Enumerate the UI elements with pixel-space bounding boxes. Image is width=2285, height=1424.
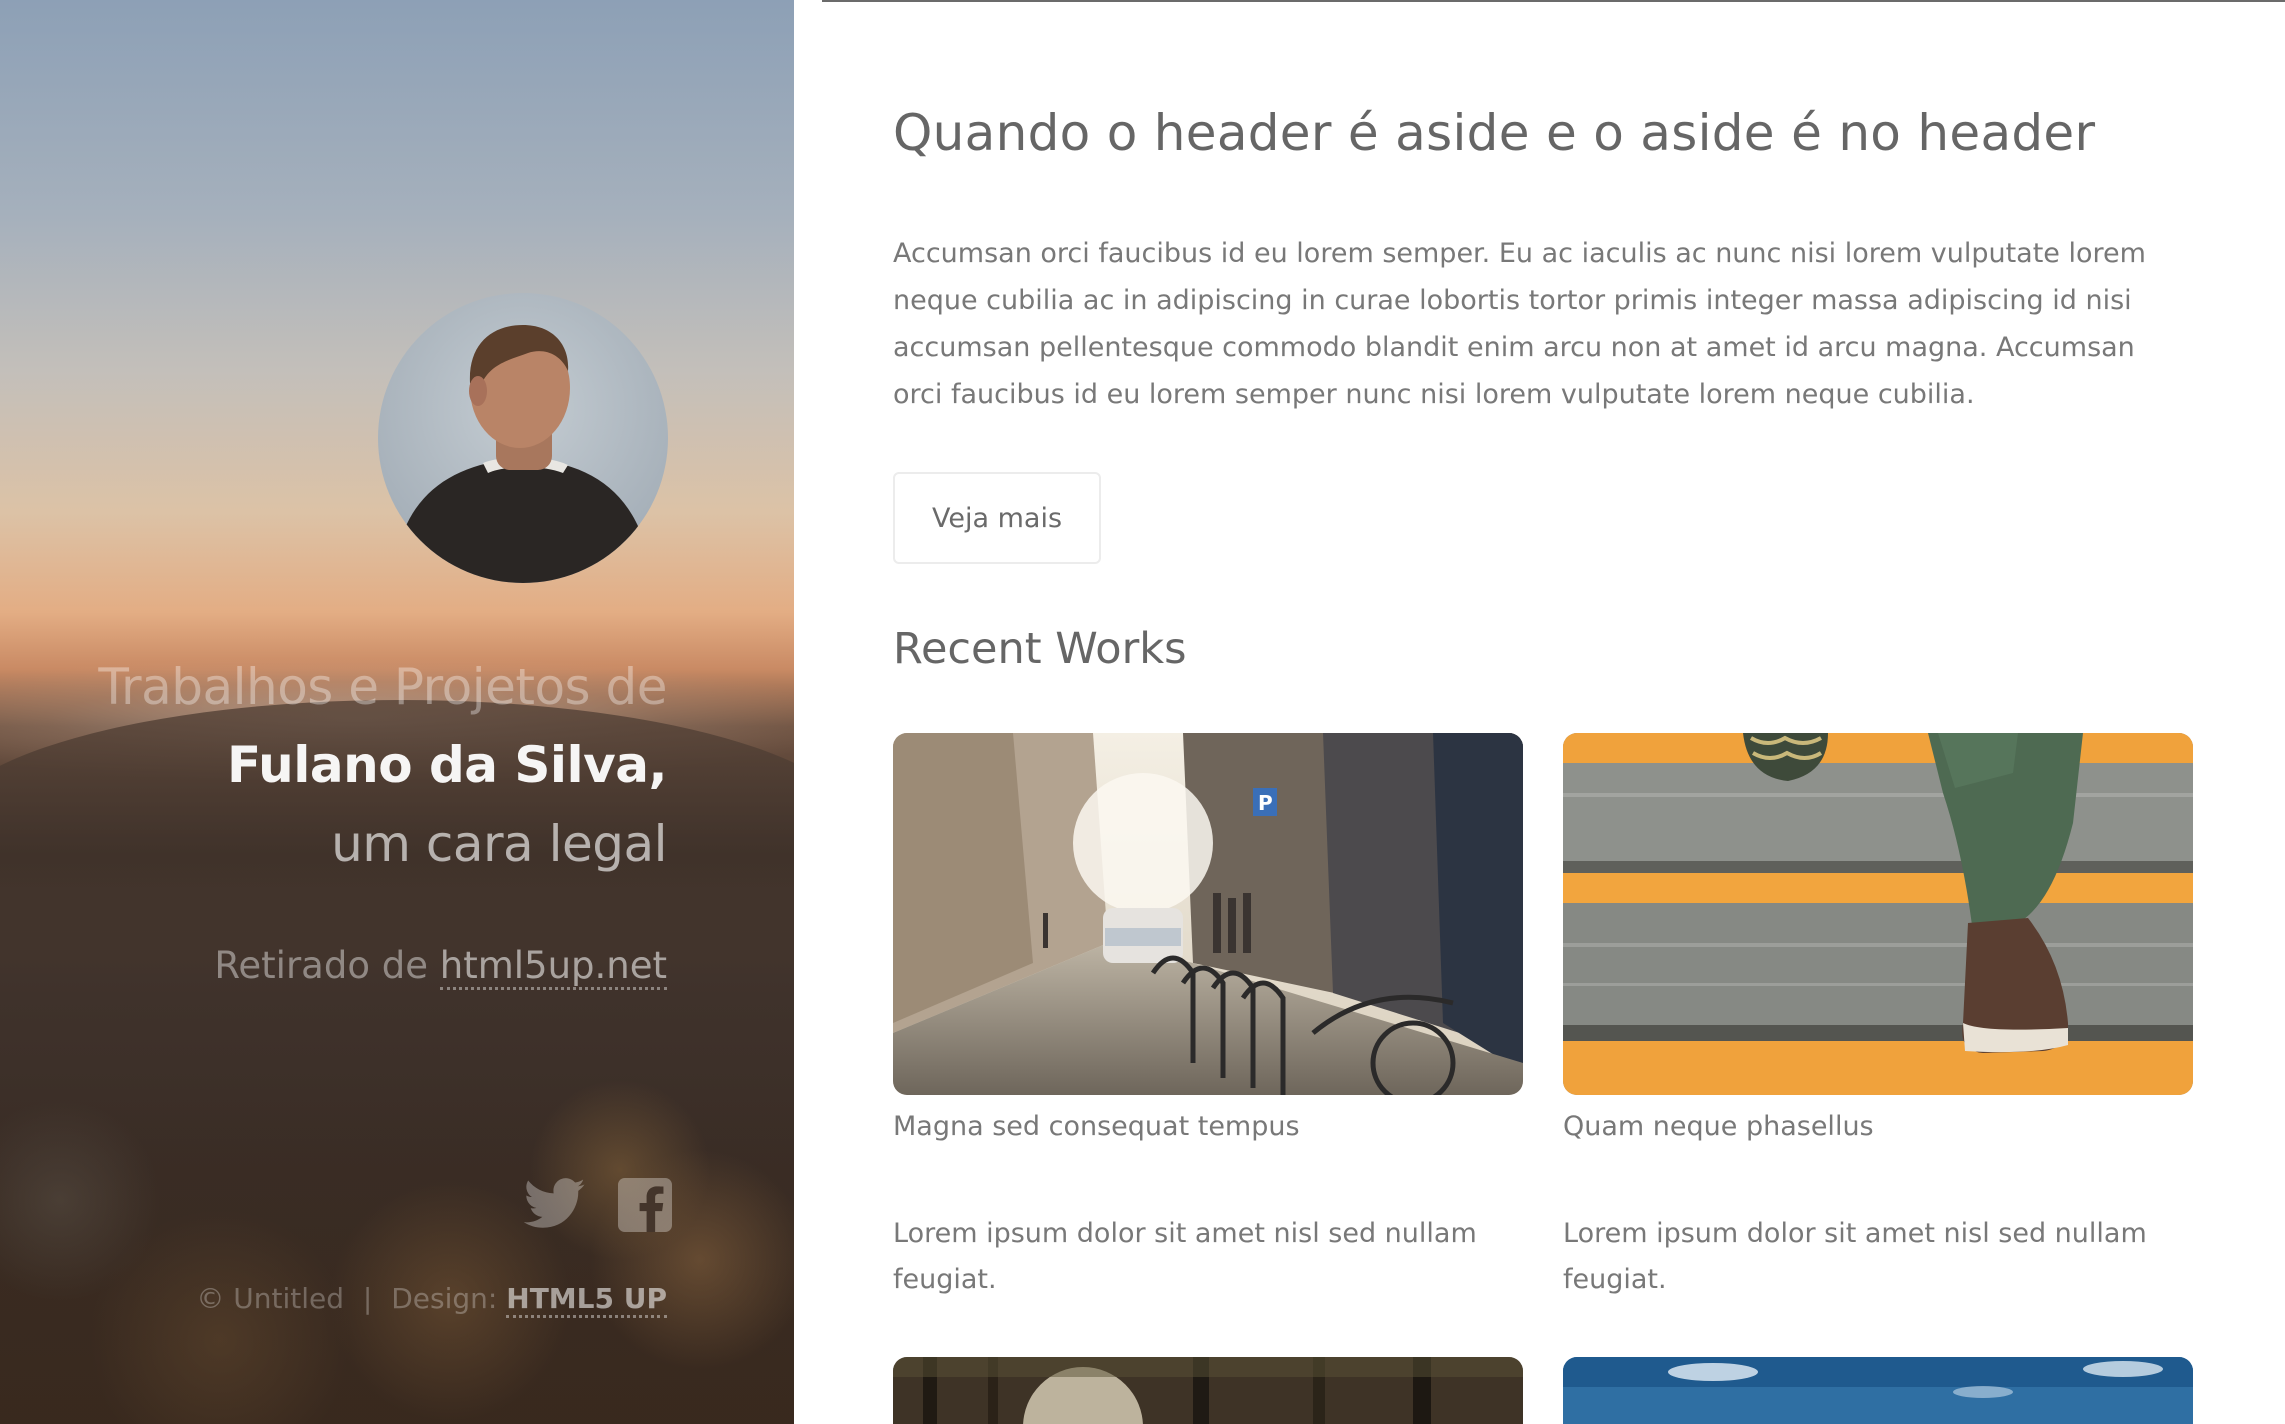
footer-design-link[interactable]: HTML5 UP [506, 1282, 667, 1318]
work-caption[interactable]: Magna sed consequat tempus [893, 1111, 1300, 1142]
headline-line-2: Fulano da Silva, [226, 736, 668, 794]
sky-photo-image [1563, 1357, 2193, 1424]
sidebar: Trabalhos e Projetos de Fulano da Silva,… [0, 0, 794, 1424]
work-item: P Magna sed consequat tempus Lorem ipsum… [893, 733, 1523, 1295]
forest-photo-image [893, 1357, 1523, 1424]
source-line: Retirado de html5up.net [214, 944, 667, 990]
parking-sign-text: P [1258, 791, 1273, 815]
sidebar-footer: © Untitled | Design: HTML5 UP [196, 1282, 667, 1318]
work-thumbnail-street[interactable]: P [893, 733, 1523, 1095]
work-thumbnail-stairs[interactable] [1563, 733, 2193, 1095]
work-item [893, 1357, 1523, 1424]
work-item [1563, 1357, 2193, 1424]
work-caption[interactable]: Quam neque phasellus [1563, 1111, 1874, 1142]
page-title: Quando o header é aside e o aside é no h… [893, 104, 2096, 162]
intro-paragraph: Accumsan orci faucibus id eu lorem sempe… [893, 238, 2146, 410]
twitter-icon[interactable] [523, 1178, 586, 1236]
page: Trabalhos e Projetos de Fulano da Silva,… [0, 0, 2285, 1424]
work-item: Quam neque phasellus Lorem ipsum dolor s… [1563, 733, 2193, 1295]
street-photo-image: P [893, 733, 1523, 1095]
work-description: Lorem ipsum dolor sit amet nisl sed null… [893, 1218, 1477, 1295]
avatar-person-image [393, 325, 653, 583]
work-description: Lorem ipsum dolor sit amet nisl sed null… [1563, 1218, 2147, 1295]
headline-line-1: Trabalhos e Projetos de [98, 658, 667, 716]
headline-line-3: um cara legal [331, 815, 667, 873]
social-links [523, 1178, 672, 1236]
source-link[interactable]: html5up.net [439, 944, 667, 990]
footer-separator: | [362, 1282, 373, 1315]
footer-copyright: © Untitled [196, 1282, 344, 1315]
recent-works-title: Recent Works [893, 624, 1187, 674]
work-thumbnail-forest[interactable] [893, 1357, 1523, 1424]
footer-design-label: Design: [391, 1282, 498, 1315]
more-button[interactable]: Veja mais [893, 472, 1101, 564]
source-prefix: Retirado de [214, 944, 428, 987]
stairs-photo-image [1563, 733, 2193, 1095]
avatar [378, 293, 668, 583]
facebook-icon[interactable] [618, 1178, 672, 1236]
sidebar-background-trees [0, 1080, 794, 1424]
work-thumbnail-sky[interactable] [1563, 1357, 2193, 1424]
main-content: Quando o header é aside e o aside é no h… [893, 0, 2223, 1424]
